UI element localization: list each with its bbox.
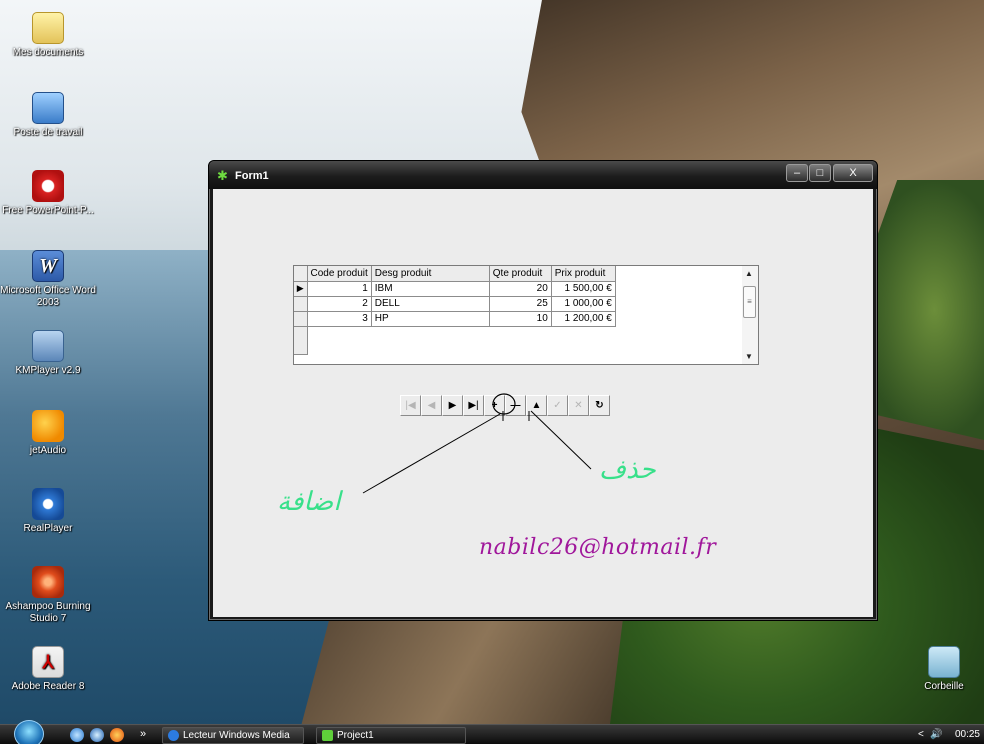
delete-pointer-line — [530, 410, 592, 470]
desktop-icon-label: Mes documents — [12, 47, 84, 58]
insert-circle-mark — [492, 393, 516, 415]
desktop-icon-kmplayer[interactable]: KMPlayer v2.9 — [0, 330, 96, 377]
desktop-icon-label: Free PowerPoint-P... — [2, 205, 94, 216]
desktop-icon-mes-documents[interactable]: Mes documents — [0, 12, 96, 59]
free-powerpoint-icon — [32, 170, 64, 202]
task-label: Project1 — [337, 730, 374, 741]
desktop-icon-label: Microsoft Office Word 2003 — [0, 285, 96, 308]
form1-window: ✱ Form1 – □ X Code produit Desg produit … — [208, 160, 878, 621]
desktop-icon-label: KMPlayer v2.9 — [15, 365, 81, 376]
recycle-bin-icon — [928, 646, 960, 678]
desktop-icon-free-powerpoint[interactable]: Free PowerPoint-P... — [0, 170, 96, 217]
start-button[interactable] — [14, 720, 44, 744]
delphi-app-icon: ✱ — [217, 168, 228, 183]
clock[interactable]: 00:25 — [955, 726, 980, 744]
word-icon: W — [32, 250, 64, 282]
system-tray: < 🔊 00:25 — [914, 726, 984, 744]
task-lecteur-windows-media[interactable]: Lecteur Windows Media — [162, 727, 304, 744]
desktop-icon-label: Poste de travail — [13, 127, 83, 138]
desktop-icon-word[interactable]: W Microsoft Office Word 2003 — [0, 250, 96, 309]
desktop-icon-corbeille[interactable]: Corbeille — [904, 646, 984, 693]
add-annotation-label: اضافة — [277, 487, 341, 517]
delete-annotation-label: حذف — [599, 455, 656, 485]
maximize-button[interactable]: □ — [809, 164, 831, 182]
tray-expand-icon[interactable]: < — [918, 726, 924, 744]
volume-icon[interactable]: 🔊 — [930, 726, 942, 744]
media-player-icon[interactable] — [90, 728, 104, 742]
computer-icon — [32, 92, 64, 124]
desktop-icon-label: Ashampoo Burning Studio 7 — [5, 601, 91, 624]
ashampoo-icon — [32, 566, 64, 598]
window-titlebar[interactable]: ✱ Form1 – □ X — [209, 161, 877, 189]
window-title: Form1 — [235, 170, 269, 182]
delphi-task-icon — [322, 730, 333, 741]
realplayer-icon — [32, 488, 64, 520]
quicklaunch-more-icon[interactable]: » — [140, 728, 146, 740]
desktop-icon-adobe-reader[interactable]: ⅄ Adobe Reader 8 — [0, 646, 96, 693]
desktop-icon-label: jetAudio — [29, 445, 67, 456]
taskbar: » Lecteur Windows Media Project1 < 🔊 00:… — [0, 720, 984, 744]
desktop-icon-label: RealPlayer — [23, 523, 73, 534]
jetaudio-icon — [32, 410, 64, 442]
task-project1[interactable]: Project1 — [316, 727, 466, 744]
close-button[interactable]: X — [833, 164, 873, 182]
firefox-icon[interactable] — [110, 728, 124, 742]
adobe-reader-icon: ⅄ — [32, 646, 64, 678]
add-pointer-line — [362, 413, 501, 494]
desktop-icon-label: Corbeille — [924, 681, 964, 692]
media-player-task-icon — [168, 730, 179, 741]
kmplayer-icon — [32, 330, 64, 362]
desktop-icon-jetaudio[interactable]: jetAudio — [0, 410, 96, 457]
desktop-icon-ashampoo[interactable]: Ashampoo Burning Studio 7 — [0, 566, 96, 625]
desktop-icon-realplayer[interactable]: RealPlayer — [0, 488, 96, 535]
author-email: nabilc26@hotmail.fr — [479, 535, 717, 560]
task-label: Lecteur Windows Media — [183, 730, 290, 741]
desktop-icon-label: Adobe Reader 8 — [11, 681, 85, 692]
minimize-button[interactable]: – — [786, 164, 808, 182]
desktop-icon-poste-de-travail[interactable]: Poste de travail — [0, 92, 96, 139]
form-client-area: Code produit Desg produit Qte produit Pr… — [213, 189, 873, 617]
folder-documents-icon — [32, 12, 64, 44]
internet-explorer-icon[interactable] — [70, 728, 84, 742]
